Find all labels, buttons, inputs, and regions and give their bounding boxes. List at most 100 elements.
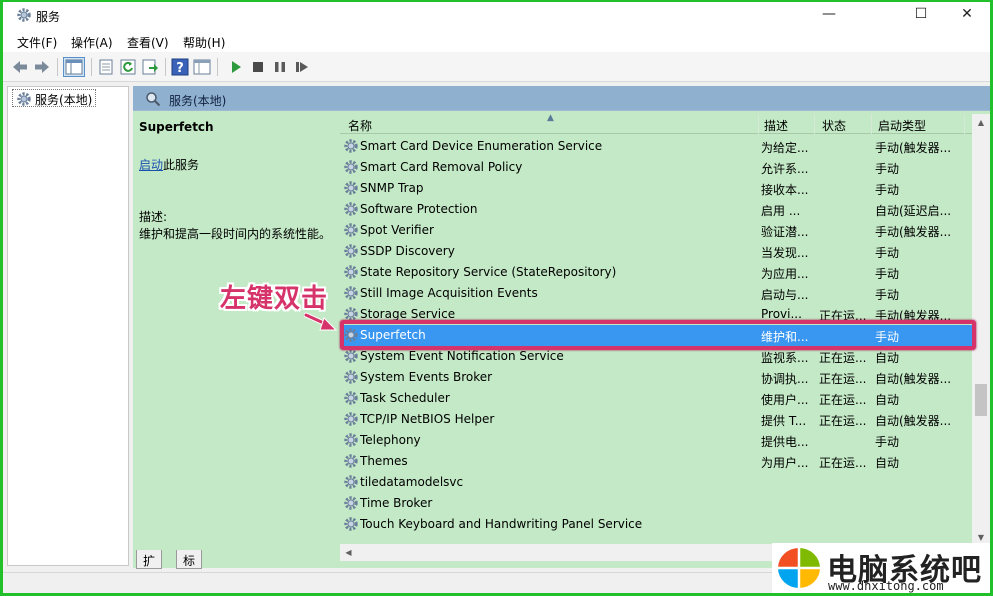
start-service-link[interactable]: 启动 — [139, 158, 163, 172]
minimize-button[interactable]: — — [806, 2, 852, 30]
pause-icon[interactable] — [271, 58, 289, 76]
table-row[interactable]: System Events Broker 协调执... 正在运... 自动(触发器..… — [340, 367, 972, 388]
table-row[interactable]: State Repository Service (StateRepositor… — [340, 262, 972, 283]
export-icon[interactable] — [141, 58, 159, 76]
cell-desc: 协调执... — [761, 372, 809, 386]
service-gear-icon — [344, 412, 358, 426]
cell-name: Still Image Acquisition Events — [360, 286, 538, 300]
forward-icon[interactable] — [33, 58, 51, 76]
cell-name: Themes — [360, 454, 408, 468]
annotation-label: 左键双击 — [220, 284, 329, 314]
services-gear-icon — [17, 8, 31, 22]
service-gear-icon — [344, 139, 358, 153]
start-icon[interactable] — [227, 58, 245, 76]
cell-name: Touch Keyboard and Handwriting Panel Ser… — [360, 517, 643, 531]
cell-desc: 验证潜... — [761, 225, 809, 239]
refresh-icon[interactable] — [119, 58, 137, 76]
column-separator — [871, 114, 872, 134]
help-icon[interactable]: ? — [171, 58, 189, 76]
maximize-button[interactable]: ☐ — [898, 2, 944, 30]
console-tree: 服务(本地) — [7, 86, 129, 566]
close-button[interactable]: ✕ — [944, 2, 990, 30]
table-row[interactable]: Time Broker — [340, 493, 972, 514]
highlight-box — [340, 320, 976, 350]
description-label: 描述: — [139, 210, 168, 224]
cell-desc: 监视系... — [761, 351, 809, 365]
service-gear-icon — [344, 265, 358, 279]
console-tree-icon[interactable] — [63, 57, 85, 77]
cell-startup: 自动(触发器... — [875, 372, 952, 386]
service-gear-icon — [344, 286, 358, 300]
service-gear-icon — [344, 202, 358, 216]
cell-startup: 手动(触发器... — [875, 141, 952, 155]
properties-icon[interactable] — [97, 58, 115, 76]
menu-file[interactable]: 文件(F) — [17, 34, 57, 51]
cell-status: 正在运... — [819, 351, 867, 365]
toolbar-separator — [91, 58, 92, 76]
menu-action[interactable]: 操作(A) — [71, 34, 113, 51]
column-description[interactable]: 描述 — [764, 117, 788, 134]
table-row[interactable]: Task Scheduler 使用户... 正在运... 自动 — [340, 388, 972, 409]
table-row[interactable]: SSDP Discovery 当发现... 手动 — [340, 241, 972, 262]
menu-help[interactable]: 帮助(H) — [183, 34, 225, 51]
cell-startup: 自动 — [875, 393, 900, 407]
column-startup-type[interactable]: 启动类型 — [878, 117, 926, 134]
column-status[interactable]: 状态 — [822, 117, 846, 134]
selected-service-name: Superfetch — [139, 120, 214, 134]
service-gear-icon — [344, 433, 358, 447]
column-separator — [814, 114, 815, 134]
scroll-thumb[interactable] — [975, 384, 987, 416]
table-row[interactable]: Touch Keyboard and Handwriting Panel Ser… — [340, 514, 972, 535]
search-icon — [146, 92, 161, 107]
restart-icon[interactable] — [293, 58, 311, 76]
cell-status: 正在运... — [819, 456, 867, 470]
cell-name: Smart Card Device Enumeration Service — [360, 139, 603, 153]
column-name[interactable]: 名称 — [348, 117, 372, 134]
service-gear-icon — [344, 517, 358, 531]
cell-startup: 手动 — [875, 435, 900, 449]
table-row[interactable]: SNMP Trap 接收本... 手动 — [340, 178, 972, 199]
menu-view[interactable]: 查看(V) — [127, 34, 169, 51]
start-suffix: 此服务 — [163, 158, 200, 172]
cell-startup: 手动 — [875, 246, 900, 260]
table-row[interactable]: TCP/IP NetBIOS Helper 提供 T... 正在运... 自动(触发器… — [340, 409, 972, 430]
services-gear-icon — [17, 92, 31, 106]
table-row[interactable]: Themes 为用户... 正在运... 自动 — [340, 451, 972, 472]
tab-extended[interactable]: 扩展 — [136, 550, 163, 585]
table-row[interactable]: Telephony 提供电... 手动 — [340, 430, 972, 451]
column-header: ▲ 名称 描述 状态 启动类型 — [340, 113, 972, 134]
cell-status: 正在运... — [819, 414, 867, 428]
table-row[interactable]: Still Image Acquisition Events 启动与... 手动 — [340, 283, 972, 304]
service-gear-icon — [344, 370, 358, 384]
service-gear-icon — [344, 349, 358, 363]
tab-standard[interactable]: 标准 — [176, 550, 203, 585]
cell-name: Spot Verifier — [360, 223, 434, 237]
cell-name: Task Scheduler — [360, 391, 450, 405]
pane-header: 服务(本地) — [133, 86, 990, 111]
view-icon[interactable] — [193, 58, 211, 76]
service-gear-icon — [344, 223, 358, 237]
window-title: 服务 — [36, 10, 61, 24]
service-gear-icon — [344, 475, 358, 489]
stop-icon[interactable] — [249, 58, 267, 76]
cell-desc: 提供电... — [761, 435, 809, 449]
cell-name: State Repository Service (StateRepositor… — [360, 265, 617, 279]
service-gear-icon — [344, 160, 358, 174]
cell-desc: Provi... — [761, 307, 802, 321]
table-row[interactable]: Smart Card Removal Policy 允许系... 手动 — [340, 157, 972, 178]
watermark-url: www.dnxitong.com — [828, 579, 944, 593]
svg-text:?: ? — [176, 61, 184, 76]
cell-name: Storage Service — [360, 307, 456, 321]
table-row[interactable]: tiledatamodelsvc — [340, 472, 972, 493]
tree-item-services-local[interactable]: 服务(本地) — [12, 89, 97, 107]
scroll-left-button[interactable]: ◀ — [340, 544, 357, 561]
cell-startup: 手动 — [875, 288, 900, 302]
table-row[interactable]: Software Protection 启用 ... 自动(延迟启... — [340, 199, 972, 220]
table-row[interactable]: Smart Card Device Enumeration Service 为给定… — [340, 136, 972, 157]
scroll-up-button[interactable]: ▲ — [972, 114, 990, 131]
back-icon[interactable] — [11, 58, 29, 76]
table-row[interactable]: Spot Verifier 验证潜... 手动(触发器... — [340, 220, 972, 241]
cell-name: System Event Notification Service — [360, 349, 564, 363]
cell-name: Software Protection — [360, 202, 478, 216]
cell-desc: 启动与... — [761, 288, 809, 302]
